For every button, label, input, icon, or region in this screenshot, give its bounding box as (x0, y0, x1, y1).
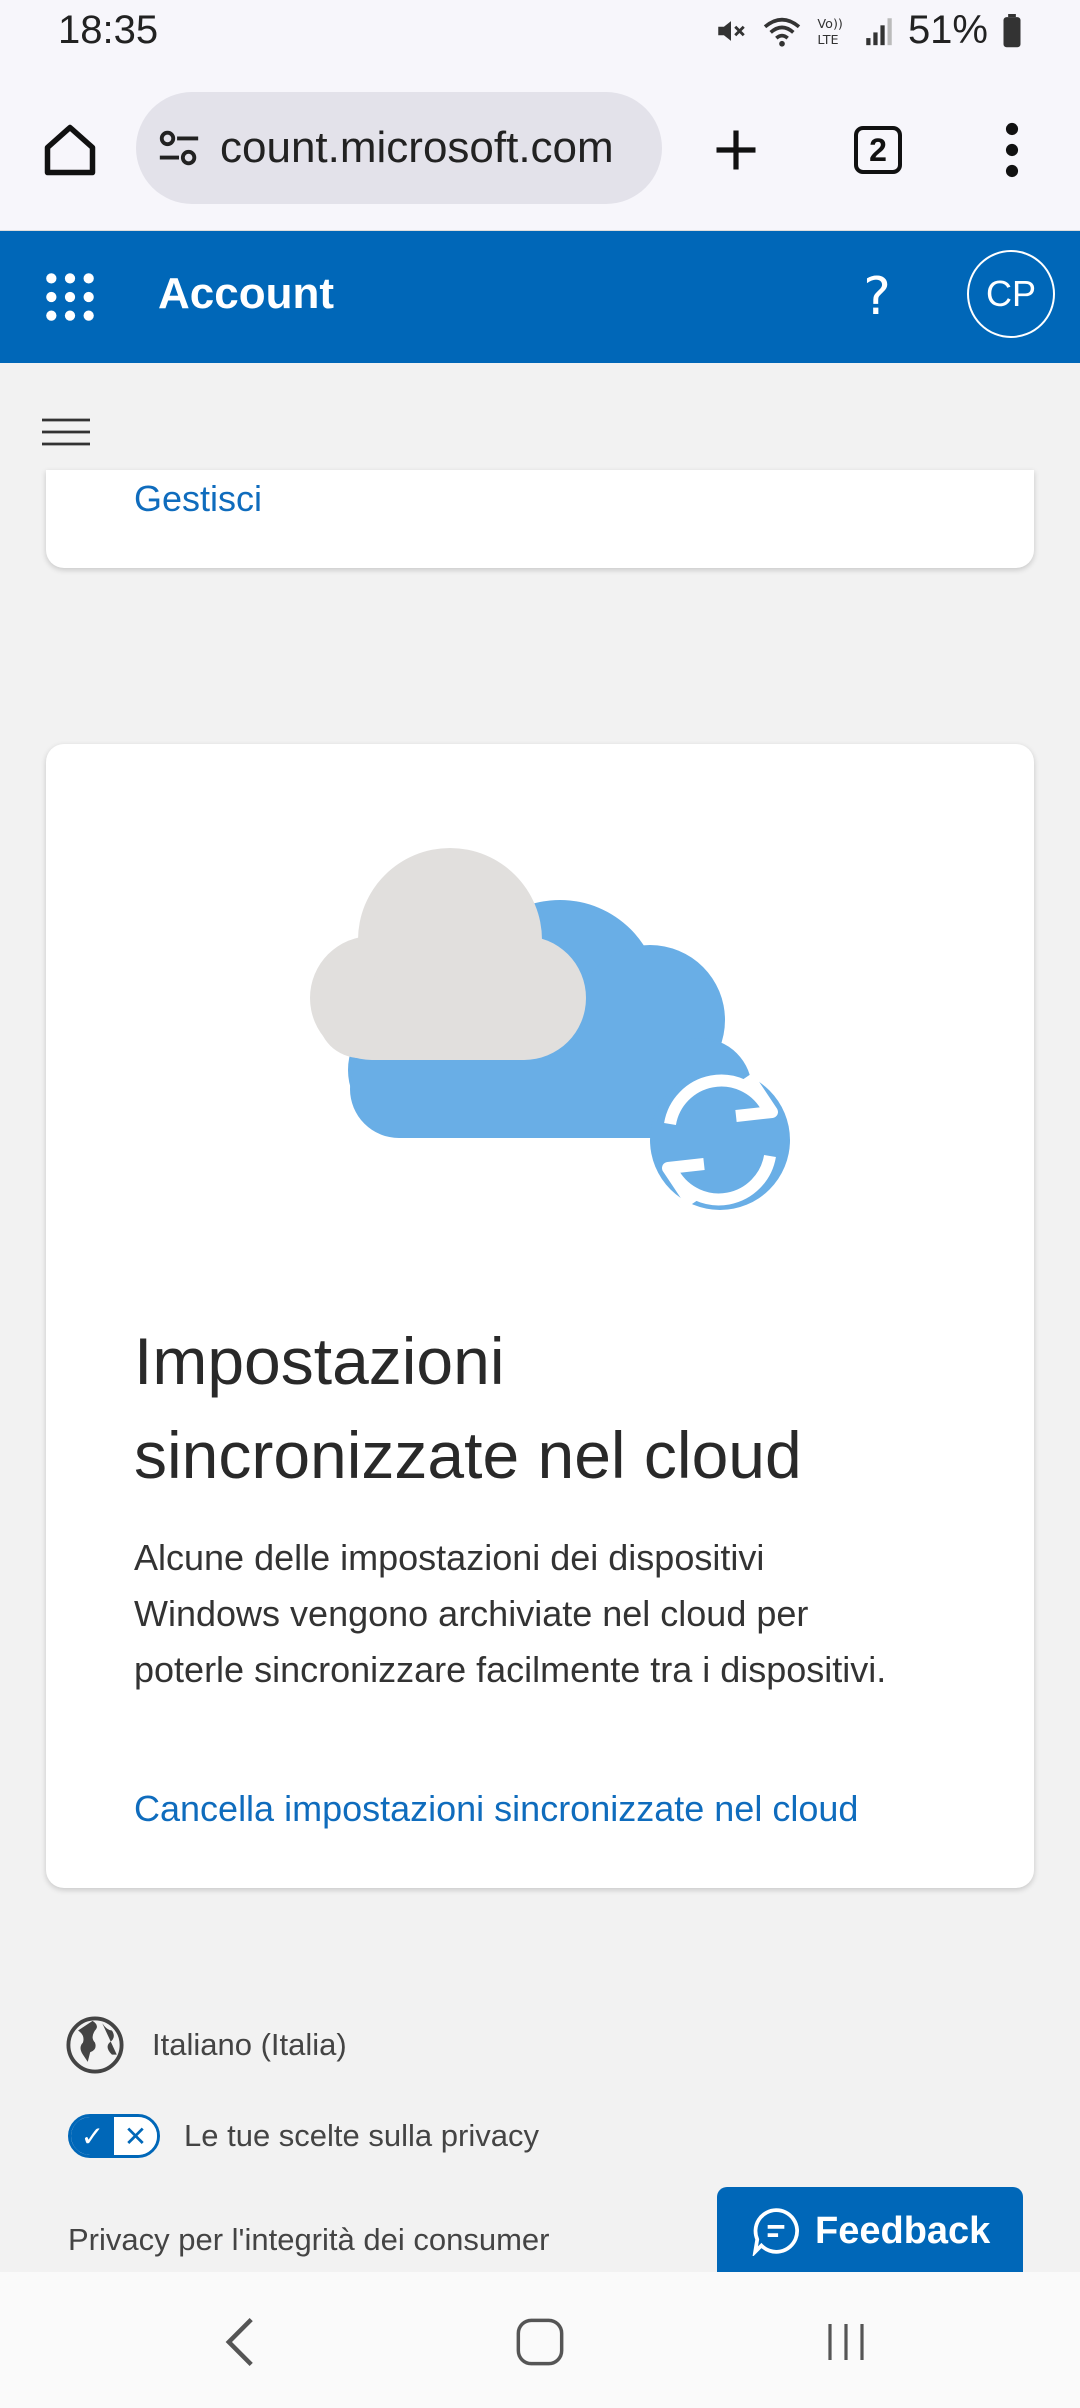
home-icon (44, 124, 96, 176)
app-launcher-button[interactable] (34, 261, 106, 333)
feedback-button[interactable]: Feedback (717, 2187, 1023, 2275)
wifi-icon (763, 17, 801, 47)
waffle-icon (46, 273, 94, 321)
site-settings-icon[interactable] (156, 125, 202, 171)
cloud-sync-illustration (310, 848, 790, 1210)
cloud-sync-title: Impostazioni sincronizzate nel cloud (134, 1314, 974, 1502)
language-selector[interactable]: Italiano (Italia) (66, 2016, 347, 2074)
svg-text:LTE: LTE (817, 32, 838, 47)
feedback-label[interactable]: Feedback (815, 2210, 990, 2253)
hamburger-icon (42, 418, 90, 446)
title-line-1: Impostazioni (134, 1324, 505, 1398)
consumer-health-privacy-link[interactable]: Privacy per l'integrità dei consumer (68, 2222, 549, 2258)
app-header: Account ? CP (0, 231, 1080, 363)
help-icon: ? (863, 267, 891, 327)
status-icons: Vo)) LTE 51% (714, 8, 1022, 53)
mute-icon (718, 20, 745, 41)
card-cloud-sync: Impostazioni sincronizzate nel cloud Alc… (46, 744, 1034, 1888)
manage-link[interactable]: Gestisci (134, 478, 262, 520)
system-nav-bar (0, 2272, 1080, 2408)
new-tab-button[interactable] (700, 114, 772, 186)
clear-cloud-settings-link[interactable]: Cancella impostazioni sincronizzate nel … (134, 1788, 858, 1830)
title-line-2: sincronizzate nel cloud (134, 1418, 802, 1492)
recent-apps-icon (828, 2324, 864, 2360)
battery-percent: 51% (907, 8, 988, 52)
sync-icon (650, 1070, 790, 1210)
home-nav-button[interactable] (500, 2302, 580, 2382)
back-button[interactable] (200, 2302, 280, 2382)
browser-menu-button[interactable] (976, 114, 1048, 186)
privacy-choices-label[interactable]: Le tue scelte sulla privacy (184, 2118, 539, 2154)
privacy-choices[interactable]: ✓ ✕ Le tue scelte sulla privacy (68, 2114, 539, 2158)
more-vertical-icon (1005, 122, 1019, 178)
card-manage: Gestisci (46, 470, 1034, 568)
cloud-sync-description: Alcune delle impostazioni dei dispositiv… (134, 1537, 887, 1690)
avatar[interactable]: CP (967, 250, 1055, 338)
signal-icon (866, 17, 892, 45)
help-button[interactable]: ? (845, 261, 909, 333)
status-time: 18:35 (58, 8, 159, 52)
svg-text:Vo)): Vo)) (817, 17, 842, 32)
home-square-icon (516, 2318, 564, 2366)
privacy-toggle-icon: ✓ ✕ (68, 2114, 160, 2158)
chat-icon (752, 2208, 799, 2256)
tab-switcher-button[interactable]: 2 (842, 114, 914, 186)
language-label[interactable]: Italiano (Italia) (152, 2027, 347, 2063)
recent-apps-button[interactable] (806, 2302, 886, 2382)
cloud-gray-icon (310, 848, 586, 1060)
browser-toolbar: count.microsoft.com 2 (0, 70, 1080, 231)
url-text[interactable]: count.microsoft.com (220, 123, 614, 173)
tab-count: 2 (854, 126, 902, 174)
back-chevron-icon (225, 2318, 253, 2366)
home-button[interactable] (34, 114, 106, 186)
volte-icon: Vo)) LTE (817, 17, 842, 48)
globe-icon (66, 2016, 124, 2074)
nav-menu-button[interactable] (34, 400, 98, 464)
battery-icon (1003, 13, 1021, 47)
app-title: Account (158, 269, 334, 318)
url-bar[interactable]: count.microsoft.com (136, 92, 662, 204)
plus-icon (716, 130, 756, 170)
status-bar: 18:35 Vo)) LTE 51% (0, 0, 1080, 70)
